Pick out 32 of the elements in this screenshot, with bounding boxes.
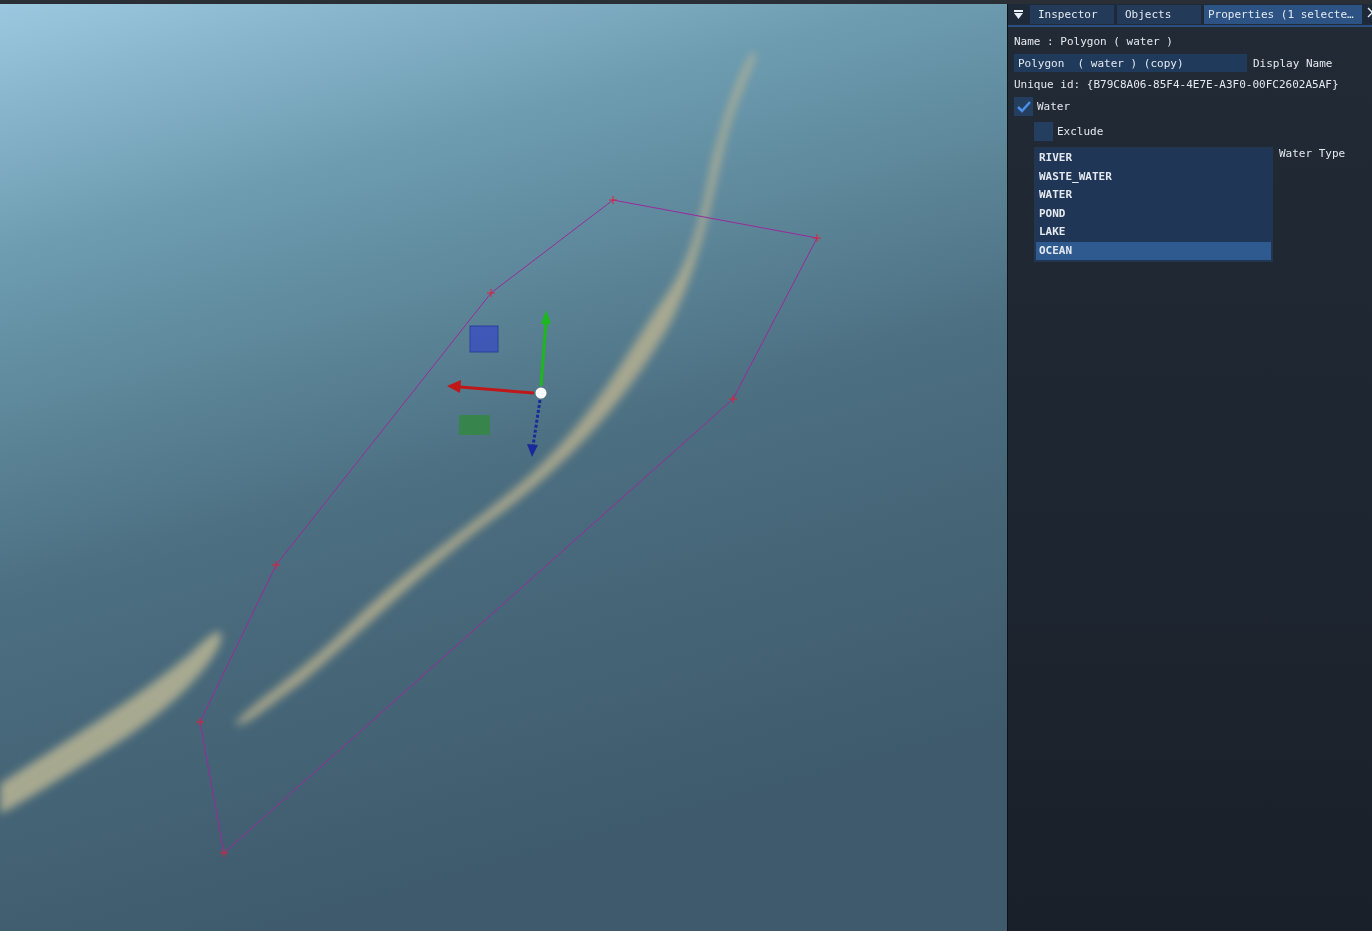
display-name-field[interactable]: Polygon ( water ) (copy) [1014,54,1247,72]
panel-tab[interactable]: Objects [1117,5,1201,24]
vertex-marker[interactable] [271,560,281,570]
z-axis-arrow[interactable] [527,399,542,457]
vertex-marker[interactable] [219,848,229,858]
water-type-list[interactable]: RIVER WASTE_WATER WATER POND LAKE OCEAN [1034,147,1273,262]
checkbox[interactable] [1034,122,1053,141]
vertex-marker[interactable] [812,233,822,243]
pivot-handle[interactable] [535,387,547,399]
water-type-option[interactable]: POND [1036,204,1271,223]
name-label: Name : Polygon ( water ) [1014,35,1174,48]
polygon-outline[interactable] [199,199,818,854]
unique-id-text: Unique id: {B79C8A06-85F4-4E7E-A3F0-00FC2602A5AF} [1014,78,1340,91]
water-type-label: Water Type [1279,147,1346,160]
checkbox-label: Water [1037,100,1071,113]
collapse-icon[interactable] [1014,10,1023,19]
checkbox-label: Exclude [1057,125,1104,138]
panel-tab[interactable]: Properties (1 selecte… [1204,5,1362,24]
vertex-marker[interactable] [195,717,205,727]
water-type-option[interactable]: RIVER [1036,149,1271,168]
plane-handle[interactable] [469,325,499,353]
vertex-marker[interactable] [728,394,738,404]
water-type-option[interactable]: WATER [1036,186,1271,205]
checkbox[interactable] [1014,97,1033,116]
water-type-option[interactable]: WASTE_WATER [1036,167,1271,186]
display-name-label: Display Name [1253,56,1333,70]
panel-tab[interactable]: Inspector [1030,5,1114,24]
water-type-option[interactable]: LAKE [1036,223,1271,242]
vertex-marker[interactable] [608,195,618,205]
water-type-option[interactable]: OCEAN [1036,241,1271,260]
plane-handle[interactable] [459,415,490,435]
vertex-marker[interactable] [486,288,496,298]
